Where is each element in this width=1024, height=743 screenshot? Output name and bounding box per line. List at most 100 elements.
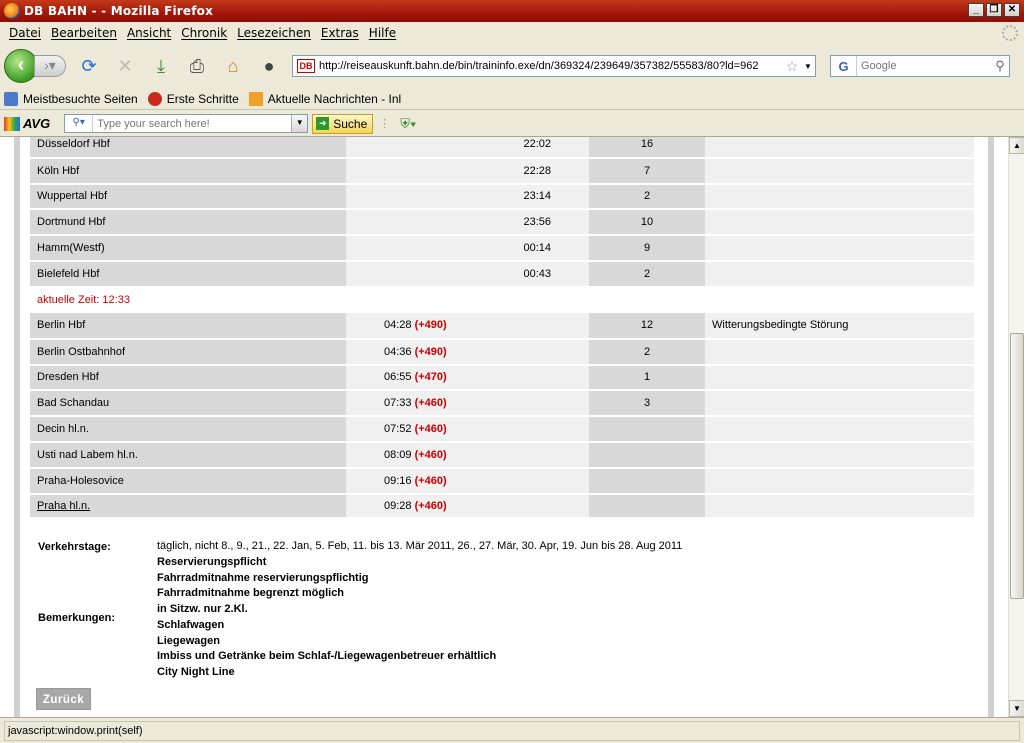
close-button[interactable]: ✕ <box>1004 3 1020 17</box>
info-cell <box>705 183 974 211</box>
reload-icon[interactable]: ⟳ <box>76 53 102 79</box>
time-cell: 04:28 (+490) <box>346 313 589 340</box>
stop-icon[interactable]: ✕ <box>112 53 138 79</box>
avg-safe-icon[interactable]: ⛨▾ <box>400 116 416 132</box>
firefox-logo-icon <box>4 3 20 19</box>
timetable-row: Berlin Ostbahnhof 04:36 (+490) 2 <box>30 338 974 366</box>
station-link[interactable]: Praha hl.n. <box>37 500 90 512</box>
info-cell <box>705 235 974 262</box>
window-controls: _ ❐ ✕ <box>968 3 1020 17</box>
menu-chronik[interactable]: Chronik <box>176 26 232 40</box>
track-cell <box>589 467 705 495</box>
planned-time: 00:14 <box>523 242 551 255</box>
delay-minutes: (+460) <box>414 423 447 436</box>
station-cell: Bad Schandau <box>30 390 346 418</box>
station-name: Berlin Hbf <box>37 319 86 332</box>
url-bar[interactable]: DB http://reiseauskunft.bahn.de/bin/trai… <box>292 55 816 77</box>
remark-item: Imbiss und Getränke beim Schlaf-/Liegewa… <box>157 650 497 663</box>
time-cell: 08:09 (+460) <box>346 441 589 469</box>
avg-search-box[interactable]: ⚲▾ ▼ <box>64 114 309 133</box>
avg-search-button[interactable]: ➜ Suche <box>312 113 374 134</box>
status-bar: javascript:window.print(self) <box>0 717 1024 743</box>
avg-search-input[interactable] <box>93 117 292 130</box>
minimize-button[interactable]: _ <box>968 3 984 17</box>
maximize-button[interactable]: ❐ <box>986 3 1002 17</box>
search-bar[interactable]: G ⚲ <box>830 55 1010 77</box>
forward-button[interactable]: ›▾ <box>34 55 66 77</box>
scroll-up-icon[interactable]: ▲ <box>1009 137 1024 154</box>
info-cell <box>705 364 974 392</box>
info-cell <box>705 209 974 237</box>
status-text: javascript:window.print(self) <box>4 720 1020 741</box>
station-name: Praha-Holesovice <box>37 474 124 487</box>
bookmarks-toolbar: Meistbesuchte Seiten Erste Schritte Aktu… <box>0 88 1024 110</box>
navigation-toolbar: ‹ ›▾ ⟳ ✕ ⤓ ⎙ ⌂ ● DB http://reiseauskunft… <box>0 44 1024 88</box>
planned-time: 23:14 <box>523 190 551 203</box>
url-text[interactable]: http://reiseauskunft.bahn.de/bin/trainin… <box>319 60 783 72</box>
info-cell <box>705 338 974 366</box>
planned-time: 06:55 <box>384 371 412 384</box>
timetable-row: Usti nad Labem hl.n. 08:09 (+460) <box>30 441 974 469</box>
time-cell: 22:28 <box>346 157 589 185</box>
avg-logo[interactable]: AVG <box>4 116 50 131</box>
track-cell <box>589 416 705 443</box>
menu-hilfe[interactable]: Hilfe <box>364 26 401 40</box>
track-cell: 2 <box>589 260 705 288</box>
bookmark-label: Meistbesuchte Seiten <box>23 91 138 106</box>
bookmark-most-visited[interactable]: Meistbesuchte Seiten <box>4 91 138 106</box>
avg-toolbar: AVG ⚲▾ ▼ ➜ Suche ⋮ ⛨▾ <box>0 111 1024 137</box>
station-cell: Dresden Hbf <box>30 364 346 392</box>
station-name: Wuppertal Hbf <box>37 190 108 203</box>
remark-item: Schlafwagen <box>157 618 225 631</box>
search-icon[interactable]: ⚲ <box>991 58 1009 74</box>
menu-lesezeichen[interactable]: Lesezeichen <box>232 26 316 40</box>
timetable-row: Bad Schandau 07:33 (+460) 3 <box>30 390 974 418</box>
search-engine-icon[interactable]: G <box>831 56 857 76</box>
remark-item: Liegewagen <box>157 634 220 647</box>
home-icon[interactable]: ⌂ <box>220 53 246 79</box>
delay-minutes: (+460) <box>414 448 447 461</box>
url-dropdown-icon[interactable]: ▼ <box>801 62 815 71</box>
station-cell: Hamm(Westf) <box>30 235 346 262</box>
bookmark-news[interactable]: Aktuelle Nachrichten - Inl <box>248 91 401 106</box>
station-name: Dortmund Hbf <box>37 216 106 229</box>
track-cell: 3 <box>589 390 705 418</box>
avg-engine-icon[interactable]: ⚲▾ <box>65 115 94 132</box>
avg-search-dropdown-icon[interactable]: ▼ <box>291 115 308 132</box>
print-icon[interactable]: ⎙ <box>184 53 210 79</box>
delay-minutes: (+460) <box>414 474 447 487</box>
timetable-row: Berlin Hbf 04:28 (+490) 12 Witterungsbeding… <box>30 313 974 340</box>
time-cell: 09:16 (+460) <box>346 467 589 495</box>
track-cell: 2 <box>589 338 705 366</box>
search-input[interactable] <box>857 60 991 72</box>
scroll-thumb[interactable] <box>1010 333 1024 599</box>
title-bar: DB BAHN - - Mozilla Firefox _ ❐ ✕ <box>0 0 1024 22</box>
info-cell <box>705 157 974 185</box>
menu-ansicht[interactable]: Ansicht <box>122 26 176 40</box>
info-cell <box>705 467 974 495</box>
station-name: Dresden Hbf <box>37 371 99 384</box>
db-favicon-icon: DB <box>297 59 315 73</box>
download-icon[interactable]: ⤓ <box>148 53 174 79</box>
time-cell: 07:33 (+460) <box>346 390 589 418</box>
timetable-row: Wuppertal Hbf 23:14 2 <box>30 183 974 211</box>
remarks-list: Reservierungspflicht Fahrradmitnahme rese… <box>157 555 496 681</box>
menu-datei[interactable]: Datei <box>4 26 46 40</box>
station-cell: Decin hl.n. <box>30 416 346 443</box>
vertical-scrollbar[interactable]: ▲ ▼ <box>1008 137 1024 717</box>
bookmark-first-steps[interactable]: Erste Schritte <box>147 91 239 106</box>
timetable-after: Berlin Hbf 04:28 (+490) 12 Witterungsbeding… <box>30 313 974 521</box>
back-button[interactable]: ‹ <box>4 49 38 83</box>
bookmark-star-icon[interactable]: ☆ <box>783 58 801 75</box>
menu-bearbeiten[interactable]: Bearbeiten <box>46 26 122 40</box>
scroll-down-icon[interactable]: ▼ <box>1009 700 1024 717</box>
folder-icon <box>4 91 18 106</box>
chat-icon[interactable]: ● <box>256 53 282 79</box>
back-link-button[interactable]: Zurück <box>36 688 91 710</box>
menu-extras[interactable]: Extras <box>316 26 364 40</box>
time-cell: 06:55 (+470) <box>346 364 589 392</box>
bookmark-label: Erste Schritte <box>166 91 239 106</box>
info-cell <box>705 390 974 418</box>
verkehrstage-text: täglich, nicht 8., 9., 21., 22. Jan, 5. … <box>157 540 683 552</box>
remark-item: Reservierungspflicht <box>157 556 267 568</box>
